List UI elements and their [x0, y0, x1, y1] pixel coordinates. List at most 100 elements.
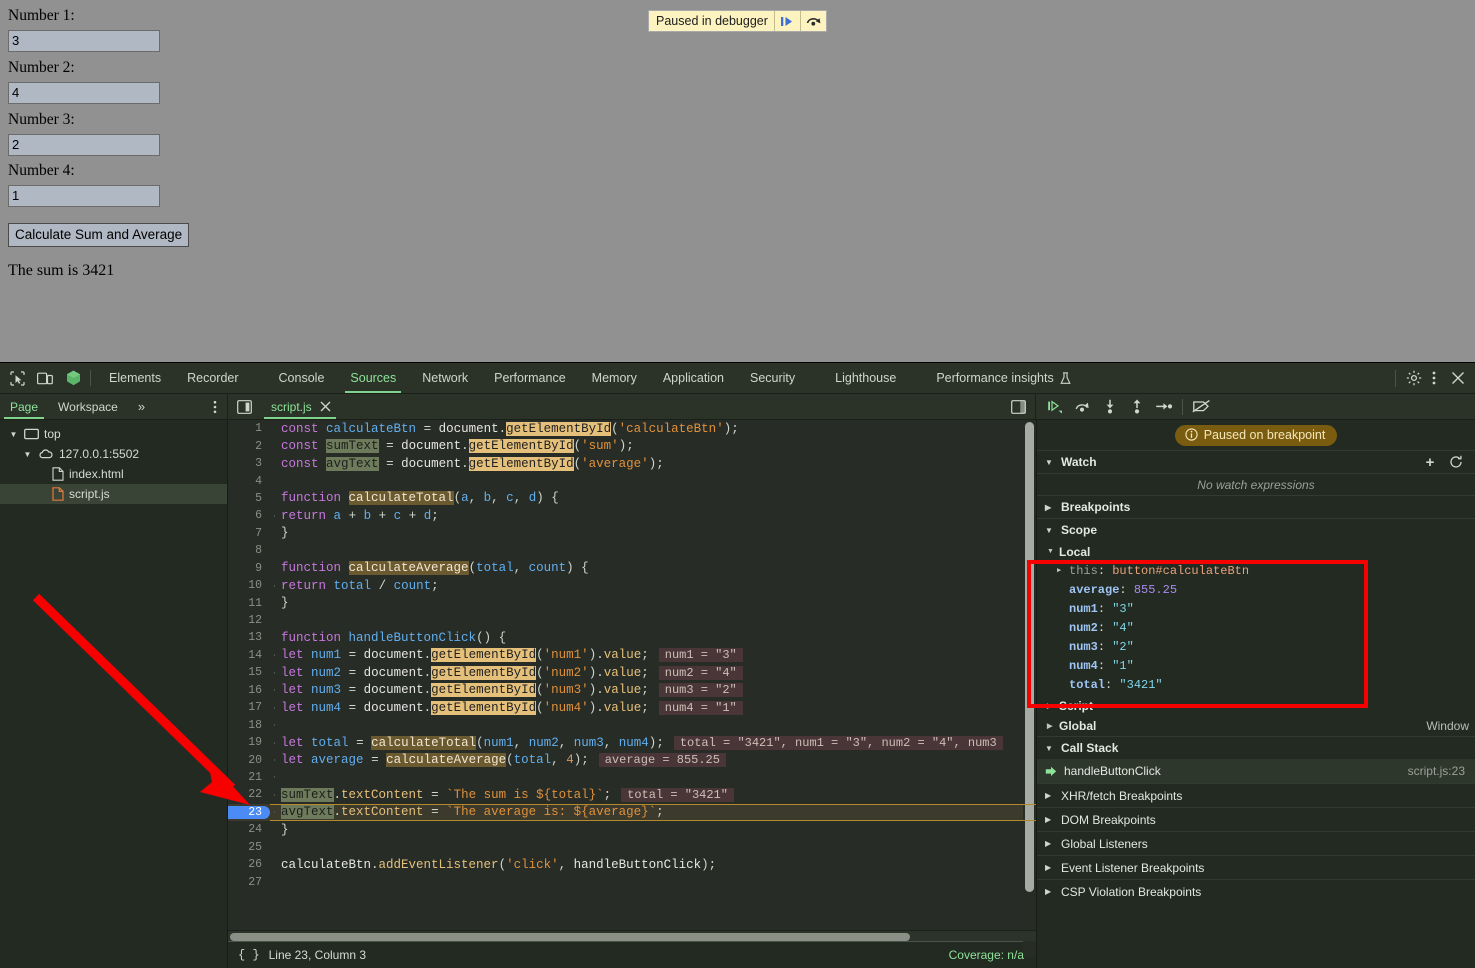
line-number[interactable]: 14: [228, 649, 270, 662]
code-line[interactable]: 22 sumText.textContent = `The sum is ${to…: [228, 786, 1036, 803]
step-over-icon[interactable]: [799, 11, 826, 31]
tab-application[interactable]: Application: [650, 363, 737, 393]
line-number[interactable]: 21: [228, 771, 270, 784]
line-number[interactable]: 7: [228, 527, 270, 540]
input-num2[interactable]: [8, 81, 160, 104]
line-number[interactable]: 5: [228, 492, 270, 505]
chevron-down-icon[interactable]: ▼: [22, 450, 33, 459]
lighthouse-cube-icon[interactable]: [64, 369, 82, 387]
tree-item-script-js[interactable]: ▶ script.js: [0, 484, 227, 504]
tree-item-top[interactable]: ▼ top: [0, 424, 227, 444]
tab-console[interactable]: Console: [266, 363, 338, 393]
nav-tab-workspace[interactable]: Workspace: [48, 394, 128, 419]
code-line[interactable]: 3 const avgText = document.getElementById…: [228, 455, 1036, 472]
line-number[interactable]: 19: [228, 736, 270, 749]
line-number[interactable]: 1: [228, 422, 270, 435]
code-line[interactable]: 10 return total / count;: [228, 577, 1036, 594]
section-event-listener-breakpoints[interactable]: ▶ Event Listener Breakpoints: [1037, 855, 1475, 879]
line-number[interactable]: 9: [228, 562, 270, 575]
line-number[interactable]: 15: [228, 666, 270, 679]
scope-var-total[interactable]: ▶total: "3421": [1037, 675, 1475, 694]
resume-script-execution-icon[interactable]: [1042, 396, 1069, 418]
code-line[interactable]: 24}: [228, 821, 1036, 838]
line-number[interactable]: 11: [228, 597, 270, 610]
step-into-next-function-call-icon[interactable]: [1096, 396, 1123, 418]
code-line-executing[interactable]: 23 avgText.textContent = `The average is:…: [228, 803, 1036, 822]
editor-horizontal-scrollbar[interactable]: [228, 930, 1036, 941]
line-number[interactable]: 3: [228, 457, 270, 470]
kebab-menu-icon[interactable]: [1425, 369, 1443, 387]
line-number[interactable]: 24: [228, 823, 270, 836]
tree-item-origin[interactable]: ▼ 127.0.0.1:5502: [0, 444, 227, 464]
code-line[interactable]: 20 let average = calculateAverage(total, …: [228, 751, 1036, 768]
editor-tab-close-icon[interactable]: [320, 401, 331, 412]
code-line[interactable]: 26 calculateBtn.addEventListener('click',…: [228, 856, 1036, 873]
scope-local-header[interactable]: ▼ Local: [1037, 542, 1475, 561]
input-num4[interactable]: [8, 184, 160, 207]
nav-tab-more[interactable]: »: [128, 394, 153, 419]
code-line[interactable]: 6 return a + b + c + d;: [228, 507, 1036, 524]
tab-elements[interactable]: Elements: [96, 363, 174, 393]
step-icon[interactable]: [1150, 396, 1177, 418]
chevron-down-icon[interactable]: ▼: [8, 430, 19, 439]
show-debugger-sidebar-icon[interactable]: [1009, 398, 1027, 416]
step-out-of-current-function-icon[interactable]: [1123, 396, 1150, 418]
line-number[interactable]: 27: [228, 876, 270, 889]
code-line[interactable]: 14 let num1 = document.getElementById('nu…: [228, 647, 1036, 664]
resume-icon[interactable]: [773, 11, 800, 31]
gear-icon[interactable]: [1405, 369, 1423, 387]
chevron-right-icon[interactable]: ▶: [1057, 566, 1069, 575]
section-watch[interactable]: ▼ Watch +: [1037, 450, 1475, 473]
line-number[interactable]: 4: [228, 475, 270, 488]
tab-recorder[interactable]: Recorder: [174, 363, 251, 393]
line-number[interactable]: 22: [228, 788, 270, 801]
scope-script-header[interactable]: ▶ Script: [1037, 696, 1475, 716]
code-line[interactable]: 4: [228, 472, 1036, 489]
device-toolbar-icon[interactable]: [36, 369, 54, 387]
section-dom-breakpoints[interactable]: ▶ DOM Breakpoints: [1037, 807, 1475, 831]
line-number[interactable]: 12: [228, 614, 270, 627]
tab-security[interactable]: Security: [737, 363, 808, 393]
tab-performance-insights[interactable]: Performance insights: [923, 363, 1083, 393]
section-breakpoints[interactable]: ▶ Breakpoints: [1037, 495, 1475, 518]
line-number[interactable]: 17: [228, 701, 270, 714]
scope-var-num1[interactable]: ▶num1: "3": [1037, 599, 1475, 618]
code-line[interactable]: 1 const calculateBtn = document.getElemen…: [228, 420, 1036, 437]
code-line[interactable]: 16 let num3 = document.getElementById('nu…: [228, 682, 1036, 699]
editor-vertical-scrollbar[interactable]: [1023, 420, 1036, 957]
calculate-sum-and-average-button[interactable]: Calculate Sum and Average: [8, 223, 190, 247]
line-number[interactable]: 25: [228, 841, 270, 854]
vertical-scroll-thumb[interactable]: [1025, 422, 1034, 892]
tree-item-index-html[interactable]: ▶ index.html: [0, 464, 227, 484]
line-number[interactable]: 23: [228, 805, 270, 819]
section-xhr-fetch-breakpoints[interactable]: ▶ XHR/fetch Breakpoints: [1037, 783, 1475, 807]
plus-icon[interactable]: +: [1417, 454, 1443, 471]
code-line[interactable]: 8: [228, 542, 1036, 559]
refresh-icon[interactable]: [1449, 455, 1475, 469]
scope-var-this[interactable]: ▶ this: button#calculateBtn: [1037, 561, 1475, 580]
deactivate-breakpoints-icon[interactable]: [1188, 396, 1215, 418]
line-number[interactable]: 20: [228, 754, 270, 767]
line-number[interactable]: 26: [228, 858, 270, 871]
scope-global-header[interactable]: ▶ Global Window: [1037, 716, 1475, 736]
code-line[interactable]: 27: [228, 873, 1036, 890]
tab-network[interactable]: Network: [409, 363, 481, 393]
code-line[interactable]: 11}: [228, 594, 1036, 611]
navigator-kebab-menu-icon[interactable]: [203, 394, 227, 419]
code-line[interactable]: 12: [228, 612, 1036, 629]
show-navigator-icon[interactable]: [228, 394, 260, 419]
line-number[interactable]: 6: [228, 509, 270, 522]
code-line[interactable]: 18: [228, 716, 1036, 733]
code-line[interactable]: 2 const sumText = document.getElementById…: [228, 437, 1036, 454]
editor-tab-script-js[interactable]: script.js: [260, 394, 340, 419]
scope-var-average[interactable]: ▶average: 855.25: [1037, 580, 1475, 599]
line-number[interactable]: 16: [228, 684, 270, 697]
code-line[interactable]: 5 function calculateTotal(a, b, c, d) {: [228, 490, 1036, 507]
line-number[interactable]: 2: [228, 440, 270, 453]
code-line[interactable]: 21: [228, 769, 1036, 786]
code-line[interactable]: 25: [228, 839, 1036, 856]
code-line[interactable]: 17 let num4 = document.getElementById('nu…: [228, 699, 1036, 716]
section-global-listeners[interactable]: ▶ Global Listeners: [1037, 831, 1475, 855]
inspect-element-icon[interactable]: [8, 369, 26, 387]
scope-var-num3[interactable]: ▶num3: "2": [1037, 637, 1475, 656]
